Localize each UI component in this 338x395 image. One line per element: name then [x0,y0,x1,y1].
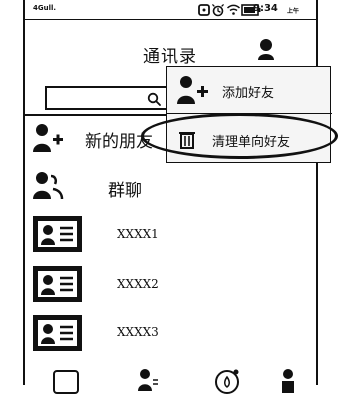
contacts-tab-icon[interactable] [133,367,161,395]
group-chat-icon [33,172,64,200]
status-time-suffix: 上午 [287,8,300,15]
phone-screen: 4Gull. 9:34 上午 通讯录 新的朋友 群聊 XXXX1 XXXX2 X… [23,0,318,394]
vibrate-icon [198,4,210,16]
status-time: 9:34 [253,3,278,14]
new-friends-label: 新的朋友 [85,132,153,152]
contact-name: XXXX3 [117,325,159,339]
menu-item-clear-one-way-friends[interactable]: 清理单向好友 [167,115,332,162]
status-icons: 9:34 上午 [197,2,311,18]
wifi-icon [226,4,241,15]
signal-indicator: 4Gull. [33,4,57,12]
discover-tab-icon[interactable] [213,367,241,395]
group-chat-label: 群聊 [108,181,142,201]
add-friend-icon [177,76,208,104]
contact-row-1[interactable]: XXXX1 [25,210,316,258]
trash-icon [179,132,195,149]
popup-menu: 添加好友 清理单向好友 [166,66,332,163]
contact-row-2[interactable]: XXXX2 [25,260,316,308]
search-icon [147,92,161,106]
group-chat-row[interactable]: 群聊 [25,162,316,210]
menu-item-label: 清理单向好友 [212,135,291,150]
add-friend-icon [33,124,63,152]
chat-tab-icon[interactable] [52,367,80,395]
bottom-nav [25,361,316,394]
alarm-icon [212,4,224,17]
profile-icon[interactable] [254,37,278,61]
contact-card-icon [33,266,82,302]
contact-name: XXXX1 [117,227,159,241]
contact-name: XXXX2 [117,277,159,291]
page-title: 通讯录 [143,47,197,67]
status-bar: 4Gull. 9:34 上午 [25,0,316,20]
me-tab-icon[interactable] [274,367,302,395]
menu-item-label: 添加好友 [222,86,275,101]
contact-row-3[interactable]: XXXX3 [25,311,316,359]
menu-item-add-friend[interactable]: 添加好友 [167,67,332,114]
contact-card-icon [33,216,82,252]
contact-card-icon [33,315,82,351]
